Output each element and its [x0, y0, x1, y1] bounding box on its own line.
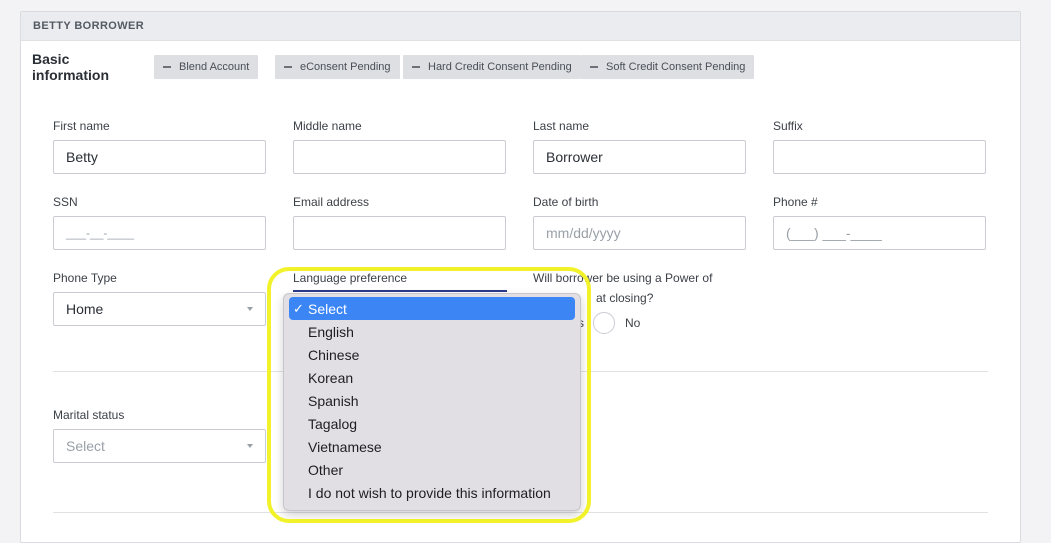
- badge-soft-credit: Soft Credit Consent Pending: [581, 55, 755, 79]
- middle-name-input[interactable]: [293, 140, 506, 174]
- dash-icon: [284, 66, 292, 68]
- last-name-label: Last name: [533, 119, 590, 133]
- badge-label: Hard Credit Consent Pending: [428, 61, 572, 73]
- phone-type-label: Phone Type: [53, 271, 117, 285]
- dash-icon: [163, 66, 171, 68]
- marital-status-placeholder: Select: [66, 438, 105, 454]
- card-header: BETTY BORROWER: [21, 12, 1020, 41]
- dash-icon: [412, 66, 420, 68]
- dash-icon: [590, 66, 598, 68]
- suffix-input[interactable]: [773, 140, 986, 174]
- first-name-label: First name: [53, 119, 110, 133]
- phone-type-select[interactable]: Home: [53, 292, 266, 326]
- badge-econsent: eConsent Pending: [275, 55, 400, 79]
- poa-no-label: No: [625, 316, 641, 330]
- ssn-placeholder: ___-__-____: [66, 226, 135, 240]
- last-name-value: Borrower: [546, 149, 603, 165]
- badge-blend-account: Blend Account: [154, 55, 259, 79]
- ssn-input[interactable]: ___-__-____: [53, 216, 266, 250]
- suffix-label: Suffix: [773, 119, 803, 133]
- phone-placeholder: (___) ___-____: [786, 225, 882, 241]
- marital-status-select[interactable]: Select: [53, 429, 266, 463]
- first-name-input[interactable]: Betty: [53, 140, 266, 174]
- email-label: Email address: [293, 195, 370, 209]
- last-name-input[interactable]: Borrower: [533, 140, 746, 174]
- poa-label-line2: at closing?: [596, 291, 654, 305]
- first-name-value: Betty: [66, 149, 98, 165]
- phone-type-value: Home: [66, 301, 104, 317]
- phone-input[interactable]: (___) ___-____: [773, 216, 986, 250]
- badge-label: Soft Credit Consent Pending: [606, 61, 746, 73]
- dob-label: Date of birth: [533, 195, 599, 209]
- badge-label: Blend Account: [179, 61, 250, 73]
- ssn-label: SSN: [53, 195, 78, 209]
- poa-no-radio[interactable]: [593, 312, 615, 334]
- dob-placeholder: mm/dd/yyyy: [546, 225, 621, 241]
- middle-name-label: Middle name: [293, 119, 362, 133]
- card-title: BETTY BORROWER: [33, 20, 145, 32]
- phone-label: Phone #: [773, 195, 818, 209]
- section-title: Basic information: [32, 51, 109, 83]
- chevron-down-icon: [247, 444, 253, 448]
- chevron-down-icon: [247, 307, 253, 311]
- marital-status-label: Marital status: [53, 408, 125, 422]
- dob-input[interactable]: mm/dd/yyyy: [533, 216, 746, 250]
- annotation-highlight-ring: [267, 267, 591, 523]
- badge-hard-credit: Hard Credit Consent Pending: [403, 55, 581, 79]
- email-input[interactable]: [293, 216, 506, 250]
- badge-label: eConsent Pending: [300, 61, 391, 73]
